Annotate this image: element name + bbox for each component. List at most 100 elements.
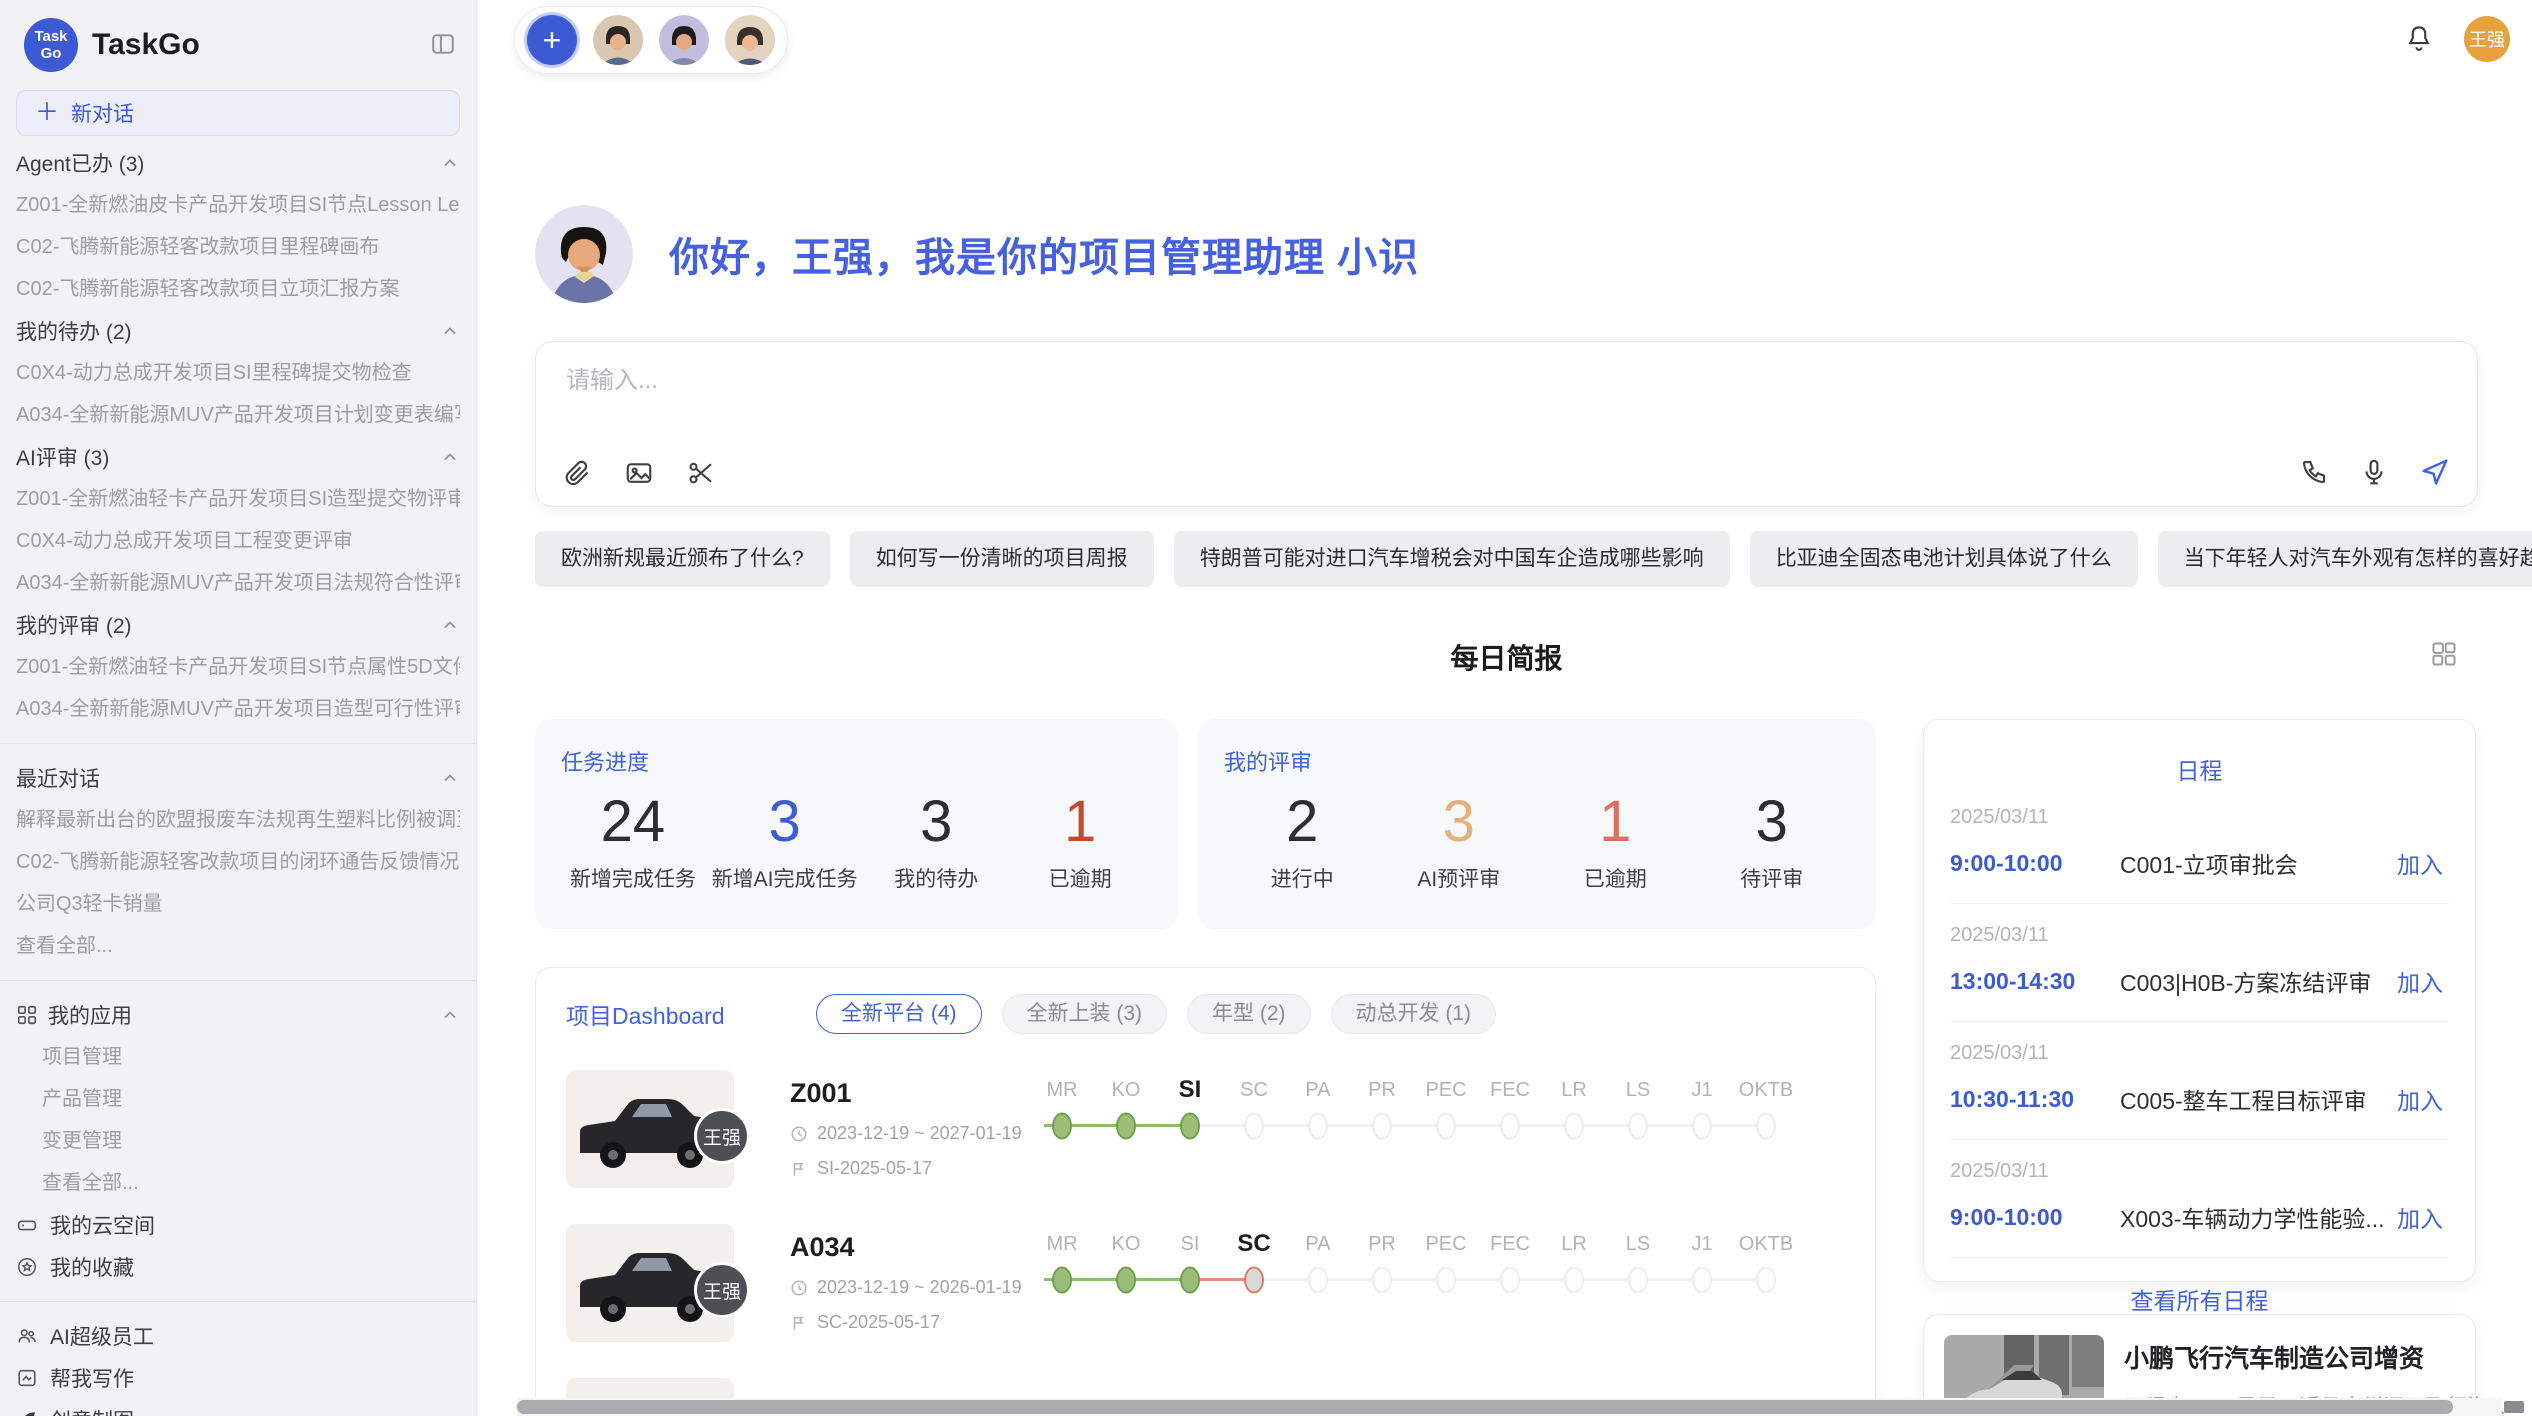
apps-grid-icon — [16, 1004, 38, 1026]
conversation-item[interactable]: C02-飞腾新能源轻客改款项目的闭环通告反馈情况 — [16, 841, 460, 883]
suggestion-chip[interactable]: 如何写一份清晰的项目周报 — [850, 531, 1154, 587]
phone-call-icon[interactable] — [2299, 457, 2329, 487]
image-icon[interactable] — [624, 458, 654, 488]
schedule-time: 9:00-10:00 — [1950, 850, 2120, 877]
schedule-date: 2025/03/11 — [1950, 1042, 2449, 1065]
schedule-date: 2025/03/11 — [1950, 806, 2449, 829]
tab-new-platform[interactable]: 全新平台 (4) — [816, 994, 982, 1034]
milestone-label-active: SI — [1158, 1072, 1222, 1108]
conversation-item[interactable]: A034-全新新能源MUV产品开发项目法规符合性评审 — [16, 562, 460, 604]
milestone-node-todo — [1692, 1113, 1712, 1140]
section-title: 我的待办 (2) — [16, 316, 132, 346]
sidebar-item-help-write[interactable]: 帮我写作 — [16, 1357, 460, 1399]
sidebar-item-cloud-space[interactable]: 我的云空间 — [16, 1204, 460, 1246]
sidebar-item-favorites[interactable]: 我的收藏 — [16, 1246, 460, 1288]
assistant-avatar-1[interactable] — [593, 15, 643, 65]
tab-powertrain[interactable]: 动总开发 (1) — [1331, 994, 1497, 1034]
join-button[interactable]: 加入 — [2391, 963, 2449, 999]
section-header-recent[interactable]: 最近对话 — [16, 757, 460, 799]
schedule-card: 日程 2025/03/11 9:00-10:00 C001-立项审批会 加入 2… — [1923, 719, 2476, 1282]
greeting-block: 你好，王强，我是你的项目管理助理 小识 — [535, 205, 2478, 303]
conversation-item[interactable]: A034-全新新能源MUV产品开发项目计划变更表编写 — [16, 394, 460, 436]
project-row-z001[interactable]: 王强 Z001 2023-12-19 ~ 2027-01-19 — [566, 1070, 1845, 1188]
milestone-label: PA — [1286, 1226, 1350, 1262]
milestone-label: LS — [1606, 1072, 1670, 1108]
project-row-a034[interactable]: 王强 A034 2023-12-19 ~ 2026-01-19 — [566, 1224, 1845, 1342]
conversation-item[interactable]: Z001-全新燃油轻卡产品开发项目SI造型提交物评审 — [16, 478, 460, 520]
section-header-agent-done[interactable]: Agent已办 (3) — [16, 142, 460, 184]
stat-ai-prereview: 3 AI预评审 — [1394, 785, 1524, 893]
conversation-item[interactable]: A034-全新新能源MUV产品开发项目造型可行性评审 — [16, 688, 460, 730]
schedule-date: 2025/03/11 — [1950, 924, 2449, 947]
milestone-label: LR — [1542, 1226, 1606, 1262]
schedule-title: 日程 — [1950, 752, 2449, 786]
scissors-icon[interactable] — [686, 458, 716, 488]
milestone-node-todo — [1500, 1267, 1520, 1294]
section-header-ai-review[interactable]: AI评审 (3) — [16, 436, 460, 478]
join-button[interactable]: 加入 — [2391, 845, 2449, 881]
suggestion-chip[interactable]: 欧洲新规最近颁布了什么? — [535, 531, 830, 587]
project-flag: SC-2025-05-17 — [790, 1312, 1030, 1333]
suggestion-chip[interactable]: 比亚迪全固态电池计划具体说了什么 — [1750, 531, 2138, 587]
send-icon[interactable] — [2419, 456, 2451, 488]
milestone-label: SI — [1158, 1226, 1222, 1262]
section-title: 我的应用 — [48, 1000, 132, 1030]
conversation-item[interactable]: C02-飞腾新能源轻客改款项目立项汇报方案 — [16, 268, 460, 310]
view-all-conversations[interactable]: 查看全部... — [16, 925, 460, 967]
notification-bell-icon[interactable] — [2404, 23, 2434, 56]
conversation-item[interactable]: 公司Q3轻卡销量 — [16, 883, 460, 925]
join-button[interactable]: 加入 — [2391, 1199, 2449, 1235]
add-assistant-button[interactable]: + — [527, 15, 577, 65]
task-progress-title: 任务进度 — [561, 745, 1152, 777]
assistant-avatar-2[interactable] — [659, 15, 709, 65]
conversation-item[interactable]: Z001-全新燃油皮卡产品开发项目SI节点Lesson Learn报告 — [16, 184, 460, 226]
sidebar-collapse-icon[interactable] — [426, 27, 460, 64]
assistant-avatar-3[interactable] — [725, 15, 775, 65]
milestone-label-active: SC — [1222, 1226, 1286, 1262]
milestone-node-todo — [1628, 1113, 1648, 1140]
chevron-up-icon — [440, 321, 460, 341]
section-title: AI评审 (3) — [16, 442, 109, 472]
stat-overdue: 1 已逾期 — [1015, 785, 1145, 893]
tab-model-year[interactable]: 年型 (2) — [1187, 994, 1311, 1034]
section-header-my-todo[interactable]: 我的待办 (2) — [16, 310, 460, 352]
app-logo: Task Go — [24, 18, 78, 72]
conversation-item[interactable]: 解释最新出台的欧盟报废车法规再生塑料比例被调至15%... — [16, 799, 460, 841]
microphone-icon[interactable] — [2359, 457, 2389, 487]
milestone-label: PEC — [1414, 1226, 1478, 1262]
sidebar-item-ai-employee[interactable]: AI超级员工 — [16, 1315, 460, 1357]
milestone-node-done — [1116, 1267, 1136, 1294]
main-content: 你好，王强，我是你的项目管理助理 小识 — [477, 205, 2532, 1416]
conversation-item[interactable]: Z001-全新燃油轻卡产品开发项目SI节点属性5D文件评审 — [16, 646, 460, 688]
chat-input[interactable] — [564, 366, 1884, 396]
conversation-item[interactable]: C0X4-动力总成开发项目SI里程碑提交物检查 — [16, 352, 460, 394]
join-button[interactable]: 加入 — [2391, 1081, 2449, 1117]
conversation-item[interactable]: C02-飞腾新能源轻客改款项目里程碑画布 — [16, 226, 460, 268]
chevron-up-icon — [440, 153, 460, 173]
suggestion-chips: 欧洲新规最近颁布了什么? 如何写一份清晰的项目周报 特朗普可能对进口汽车增税会对… — [535, 531, 2478, 587]
sidebar-item-change-mgmt[interactable]: 变更管理 — [16, 1120, 460, 1162]
milestone-node-todo — [1308, 1267, 1328, 1294]
sidebar-item-creative-draw[interactable]: 创意制图 — [16, 1399, 460, 1416]
horizontal-scrollbar-thumb[interactable] — [517, 1400, 2453, 1414]
suggestion-chip[interactable]: 当下年轻人对汽车外观有怎样的喜好趋势 — [2158, 531, 2532, 587]
layout-grid-icon[interactable] — [2424, 639, 2464, 669]
section-header-my-apps[interactable]: 我的应用 — [16, 994, 460, 1036]
conversation-item[interactable]: C0X4-动力总成开发项目工程变更评审 — [16, 520, 460, 562]
milestone-label: FEC — [1478, 1226, 1542, 1262]
task-progress-card: 任务进度 24 新增完成任务 3 新增AI完成任务 — [535, 719, 1178, 929]
sidebar-item-project-mgmt[interactable]: 项目管理 — [16, 1036, 460, 1078]
new-chat-button[interactable]: ＋ 新对话 — [16, 90, 460, 136]
sidebar-item-label: 帮我写作 — [50, 1363, 134, 1393]
sidebar-item-product-mgmt[interactable]: 产品管理 — [16, 1078, 460, 1120]
tab-new-body[interactable]: 全新上装 (3) — [1002, 994, 1168, 1034]
new-chat-label: 新对话 — [71, 98, 134, 128]
attachment-icon[interactable] — [562, 458, 592, 488]
user-avatar[interactable]: 王强 — [2464, 16, 2510, 62]
milestone-node-todo — [1372, 1113, 1392, 1140]
suggestion-chip[interactable]: 特朗普可能对进口汽车增税会对中国车企造成哪些影响 — [1174, 531, 1730, 587]
milestone-node-todo — [1756, 1267, 1776, 1294]
view-all-apps[interactable]: 查看全部... — [16, 1162, 460, 1204]
section-title: 最近对话 — [16, 763, 100, 793]
section-header-my-review[interactable]: 我的评审 (2) — [16, 604, 460, 646]
